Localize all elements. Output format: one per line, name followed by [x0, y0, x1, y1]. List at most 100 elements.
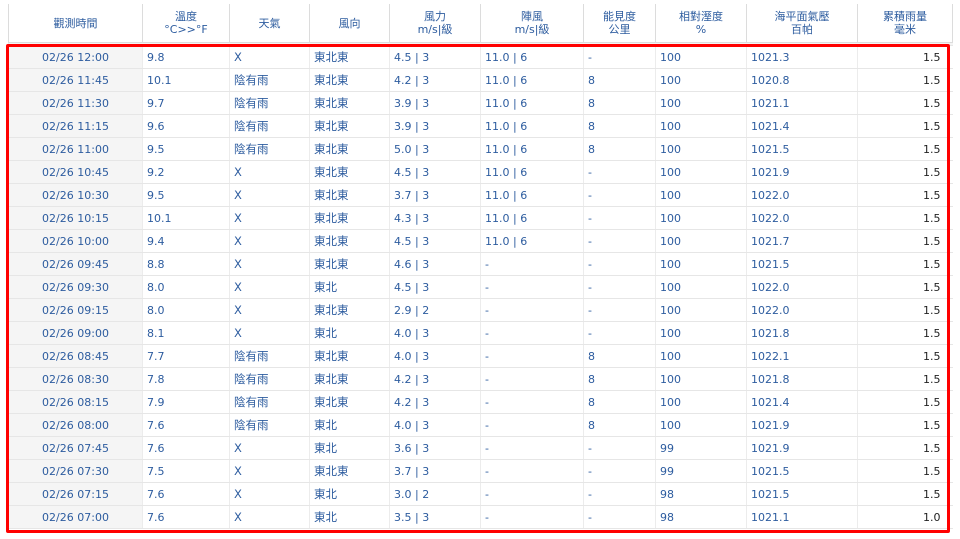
table-row: 02/26 12:00 9.8 X 東北東 4.5 | 3 11.0 | 6-100 102… — [8, 45, 953, 69]
cell-visibility: - — [583, 252, 656, 276]
cell-weather: 陰有雨 — [229, 390, 310, 414]
cell-wind-dir: 東北東 — [309, 160, 390, 184]
cell-rain: 1.5 — [857, 413, 953, 437]
cell-time: 02/26 07:15 — [8, 482, 143, 506]
cell-wind-dir: 東北東 — [309, 367, 390, 391]
cell-wind-force: 2.9 | 2 — [389, 298, 481, 322]
cell-time: 02/26 07:00 — [8, 505, 143, 529]
cell-weather: X — [229, 229, 310, 253]
cell-wind-force: 4.6 | 3 — [389, 252, 481, 276]
header-temperature-line-0: 溫度 — [175, 10, 197, 23]
cell-wind-force: 3.5 | 3 — [389, 505, 481, 529]
cell-gust: 11.0 | 6 — [480, 160, 584, 184]
header-weather-line-0: 天氣 — [258, 16, 281, 30]
header-weather[interactable]: 天氣 — [229, 4, 310, 43]
cell-pressure: 1021.1 — [746, 505, 858, 529]
header-gust-line-1: m/s|級 — [514, 23, 550, 36]
cell-rain: 1.5 — [857, 367, 953, 391]
cell-wind-force: 4.5 | 3 — [389, 45, 481, 69]
cell-humidity: 100 — [655, 390, 747, 414]
header-humidity[interactable]: 相對溼度% — [655, 4, 747, 43]
table-row: 02/26 07:15 7.6 X 東北 3.0 | 2- -98 1021.5 1.5 — [8, 482, 953, 506]
cell-weather: X — [229, 252, 310, 276]
cell-pressure: 1021.5 — [746, 459, 858, 483]
cell-wind-force: 4.0 | 3 — [389, 321, 481, 345]
cell-time: 02/26 08:15 — [8, 390, 143, 414]
cell-temp: 8.0 — [142, 298, 230, 322]
header-gust[interactable]: 陣風 m/s|級 — [480, 4, 584, 43]
table-row: 02/26 09:00 8.1 X 東北 4.0 | 3- -100 1021.8 1.5 — [8, 321, 953, 345]
header-visibility[interactable]: 能見度 公里 — [583, 4, 656, 43]
cell-wind-dir: 東北東 — [309, 68, 390, 92]
cell-wind-force: 4.5 | 3 — [389, 229, 481, 253]
cell-visibility: - — [583, 482, 656, 506]
cell-gust: - — [480, 459, 584, 483]
header-obs-time[interactable]: 觀測時間 — [8, 4, 143, 43]
header-wind-force[interactable]: 風力 m/s|級 — [389, 4, 481, 43]
cell-temp: 9.6 — [142, 114, 230, 138]
cell-rain: 1.5 — [857, 436, 953, 460]
cell-wind-force: 3.9 | 3 — [389, 91, 481, 115]
cell-rain: 1.5 — [857, 275, 953, 299]
header-sea-level-pressure-line-1: 百帕 — [791, 23, 813, 36]
cell-temp: 7.6 — [142, 505, 230, 529]
header-wind-direction[interactable]: 風向 — [309, 4, 390, 43]
cell-gust: 11.0 | 6 — [480, 229, 584, 253]
cell-weather: X — [229, 436, 310, 460]
cell-pressure: 1021.9 — [746, 436, 858, 460]
cell-wind-dir: 東北東 — [309, 459, 390, 483]
cell-rain: 1.5 — [857, 206, 953, 230]
cell-temp: 8.8 — [142, 252, 230, 276]
cell-weather: X — [229, 505, 310, 529]
header-temperature-line-1: °C>>°F — [164, 23, 208, 36]
cell-weather: X — [229, 482, 310, 506]
cell-wind-dir: 東北東 — [309, 114, 390, 138]
cell-visibility: - — [583, 45, 656, 69]
cell-humidity: 98 — [655, 482, 747, 506]
cell-visibility: 8 — [583, 390, 656, 414]
cell-gust: - — [480, 367, 584, 391]
cell-pressure: 1021.4 — [746, 390, 858, 414]
cell-gust: - — [480, 344, 584, 368]
cell-rain: 1.5 — [857, 252, 953, 276]
cell-temp: 7.9 — [142, 390, 230, 414]
header-wind-force-line-0: 風力 — [424, 10, 446, 23]
header-sea-level-pressure[interactable]: 海平面氣壓 百帕 — [746, 4, 858, 43]
header-sea-level-pressure-line-0: 海平面氣壓 — [774, 10, 830, 23]
cell-wind-force: 4.2 | 3 — [389, 390, 481, 414]
table-row: 02/26 09:45 8.8 X 東北東 4.6 | 3- -100 1021.5 1.5 — [8, 252, 953, 276]
cell-rain: 1.5 — [857, 160, 953, 184]
cell-gust: 11.0 | 6 — [480, 137, 584, 161]
cell-gust: 11.0 | 6 — [480, 183, 584, 207]
cell-rain: 1.5 — [857, 91, 953, 115]
cell-wind-dir: 東北東 — [309, 137, 390, 161]
table-row: 02/26 07:00 7.6 X 東北 3.5 | 3- -98 1021.1 1.0 — [8, 505, 953, 529]
header-accumulated-rain[interactable]: 累積雨量 毫米 — [857, 4, 953, 43]
cell-gust: - — [480, 505, 584, 529]
cell-wind-force: 4.3 | 3 — [389, 206, 481, 230]
cell-temp: 9.2 — [142, 160, 230, 184]
cell-weather: X — [229, 275, 310, 299]
cell-temp: 9.5 — [142, 183, 230, 207]
cell-gust: 11.0 | 6 — [480, 45, 584, 69]
cell-temp: 8.0 — [142, 275, 230, 299]
cell-wind-force: 4.5 | 3 — [389, 160, 481, 184]
cell-visibility: - — [583, 160, 656, 184]
cell-wind-dir: 東北 — [309, 482, 390, 506]
header-temperature[interactable]: 溫度 °C>>°F — [142, 4, 230, 43]
cell-temp: 9.4 — [142, 229, 230, 253]
cell-humidity: 98 — [655, 505, 747, 529]
cell-pressure: 1022.0 — [746, 183, 858, 207]
cell-wind-force: 4.5 | 3 — [389, 275, 481, 299]
cell-pressure: 1021.1 — [746, 91, 858, 115]
cell-wind-force: 4.2 | 3 — [389, 68, 481, 92]
cell-wind-dir: 東北東 — [309, 252, 390, 276]
cell-time: 02/26 11:00 — [8, 137, 143, 161]
cell-wind-force: 3.6 | 3 — [389, 436, 481, 460]
cell-temp: 9.7 — [142, 91, 230, 115]
cell-wind-dir: 東北東 — [309, 298, 390, 322]
cell-temp: 9.8 — [142, 45, 230, 69]
cell-time: 02/26 09:30 — [8, 275, 143, 299]
cell-wind-dir: 東北 — [309, 413, 390, 437]
cell-weather: X — [229, 183, 310, 207]
